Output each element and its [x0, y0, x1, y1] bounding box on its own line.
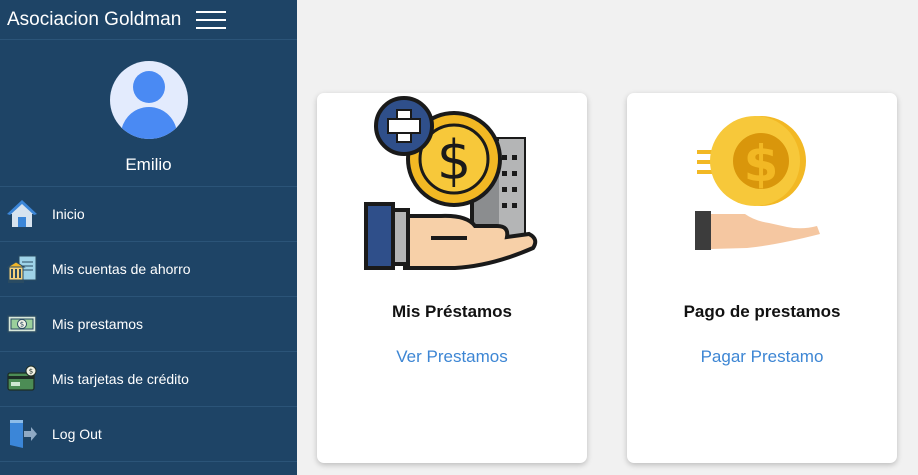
sidebar-item-prestamos[interactable]: $ Mis prestamos [0, 297, 297, 352]
svg-text:$: $ [744, 135, 779, 193]
brand-title: Asociacion Goldman [7, 8, 182, 30]
home-icon [5, 197, 39, 231]
hand-coin-payment-icon: $ [695, 116, 820, 250]
sidebar-item-cuentas-ahorro[interactable]: Mis cuentas de ahorro [0, 242, 297, 297]
loans-card: $ Mis Préstamos Ver Prestamos [317, 93, 587, 463]
loan-payment-card: $ Pago de prestamos Pagar Prestamo [627, 93, 897, 463]
sidebar-item-logout[interactable]: Log Out [0, 407, 297, 462]
svg-text:$: $ [437, 129, 471, 192]
bank-icon [5, 252, 39, 286]
banknote-icon: $ [5, 307, 39, 341]
view-loans-link[interactable]: Ver Prestamos [317, 347, 587, 367]
sidebar: Asociacion Goldman Emilio Inicio Mis cue… [0, 0, 297, 475]
card-title: Pago de prestamos [683, 302, 841, 321]
brand-bar: Asociacion Goldman [0, 0, 297, 40]
card-title: Mis Préstamos [392, 302, 512, 321]
svg-text:$: $ [29, 368, 33, 376]
pay-loan-link[interactable]: Pagar Prestamo [627, 347, 897, 367]
username: Emilio [125, 155, 172, 174]
avatar [109, 61, 188, 139]
sidebar-item-label: Mis prestamos [52, 316, 144, 332]
sidebar-item-label: Inicio [52, 206, 85, 222]
logout-icon [5, 417, 39, 451]
profile: Emilio [0, 40, 297, 187]
menu-toggle-icon[interactable] [196, 10, 227, 29]
sidebar-item-label: Mis cuentas de ahorro [52, 261, 191, 277]
svg-text:$: $ [20, 321, 24, 329]
sidebar-item-tarjetas[interactable]: $ Mis tarjetas de crédito [0, 352, 297, 407]
sidebar-item-label: Mis tarjetas de crédito [52, 371, 189, 387]
loan-hand-coin-icon: $ [364, 96, 538, 270]
sidebar-item-inicio[interactable]: Inicio [0, 187, 297, 242]
credit-card-icon: $ [5, 362, 39, 396]
sidebar-item-label: Log Out [52, 426, 102, 442]
